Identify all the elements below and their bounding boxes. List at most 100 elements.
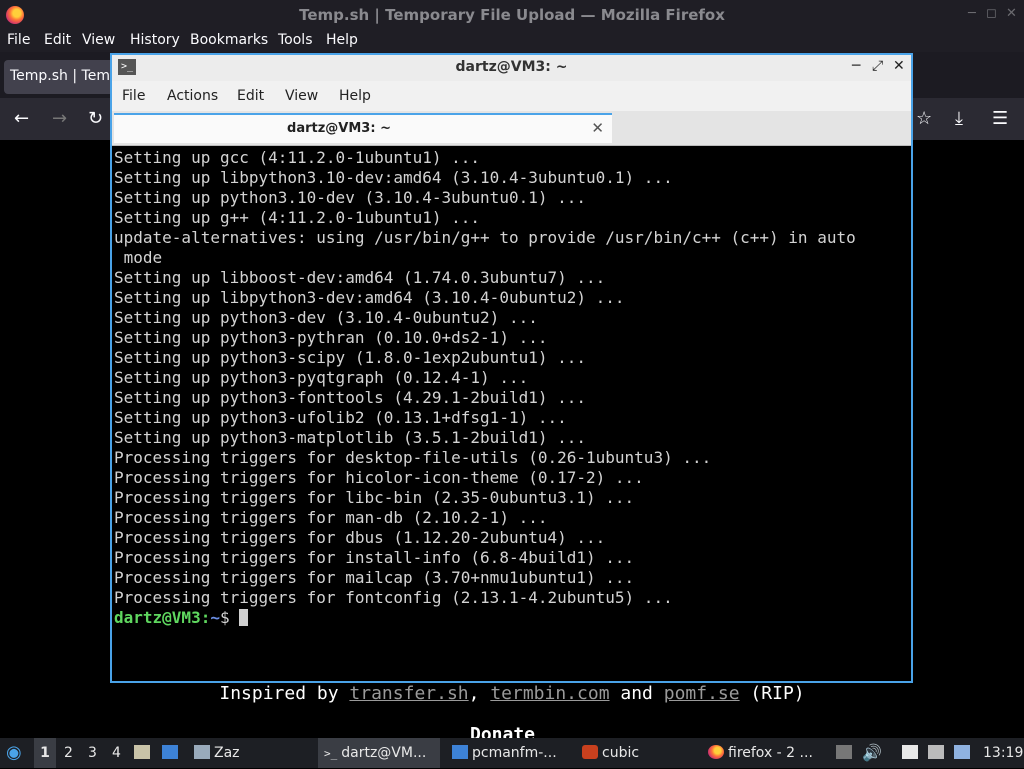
terminal-output-line: Setting up python3-pyqtgraph (0.12.4-1) … [114, 368, 529, 387]
terminal-window-title: dartz@VM3: ~ [455, 59, 568, 75]
minimize-icon[interactable]: ─ [852, 58, 860, 74]
firefox-titlebar: Temp.sh | Temporary File Upload — Mozill… [0, 0, 1024, 30]
browser-tab-label: Temp.sh | Temp [10, 68, 119, 84]
terminal-tab[interactable]: dartz@VM3: ~ ✕ [114, 113, 612, 143]
terminal-output-line: Processing triggers for fontconfig (2.13… [114, 588, 673, 607]
workspace-4[interactable]: 4 [112, 738, 121, 768]
task-terminal-label: dartz@VM... [341, 745, 427, 761]
reload-icon[interactable]: ↻ [88, 108, 103, 129]
terminal-output-line: Setting up libboost-dev:amd64 (1.74.0.3u… [114, 268, 606, 287]
firefox-window-title: Temp.sh | Temporary File Upload — Mozill… [299, 6, 725, 24]
workspace-3[interactable]: 3 [88, 738, 97, 768]
menu-view[interactable]: View [82, 32, 115, 48]
terminal-output-line: Setting up libpython3-dev:amd64 (3.10.4-… [114, 288, 625, 307]
clock[interactable]: 13:19 [983, 738, 1023, 768]
terminal-output-line: Setting up python3-fonttools (4.29.1-2bu… [114, 388, 587, 407]
prompt-separator: : [200, 608, 211, 627]
terminal-output-line: Setting up python3-dev (3.10.4-0ubuntu2)… [114, 308, 538, 327]
menu-file[interactable]: File [7, 32, 30, 48]
restore-icon[interactable]: ⤢ [872, 58, 883, 74]
menu-tools[interactable]: Tools [278, 32, 313, 48]
window-icon [194, 745, 210, 759]
page-tagline: Inspired by transfer.sh, termbin.com and… [0, 683, 1024, 704]
firefox-icon [708, 745, 724, 759]
menu-bookmarks[interactable]: Bookmarks [190, 32, 268, 48]
terminal-output-line: Setting up libpython3.10-dev:amd64 (3.10… [114, 168, 673, 187]
terminal-output[interactable]: Setting up gcc (4:11.2.0-1ubuntu1) ... Se… [114, 148, 909, 681]
terminal-output-line: Setting up python3-scipy (1.8.0-1exp2ubu… [114, 348, 587, 367]
menu-history[interactable]: History [130, 32, 180, 48]
terminal-menu-help[interactable]: Help [339, 88, 371, 104]
maximize-icon[interactable]: ◻ [986, 6, 997, 21]
prompt-directory: ~ [210, 608, 220, 627]
terminal-window[interactable]: >_ dartz@VM3: ~ ─ ⤢ ✕ File Actions Edit … [110, 53, 913, 683]
menu-edit[interactable]: Edit [44, 32, 71, 48]
terminal-output-line: Processing triggers for hicolor-icon-the… [114, 468, 644, 487]
terminal-tab-label: dartz@VM3: ~ [287, 121, 391, 136]
link-pomf[interactable]: pomf.se [664, 683, 740, 704]
volume-icon[interactable]: 🔊 [862, 738, 882, 768]
terminal-output-line: Setting up python3.10-dev (3.10.4-3ubunt… [114, 188, 587, 207]
terminal-menu-actions[interactable]: Actions [167, 88, 218, 104]
task-cubic[interactable]: cubic [582, 738, 639, 768]
clipboard-tray-icon[interactable] [836, 738, 856, 768]
terminal-tabbar: dartz@VM3: ~ ✕ [112, 111, 911, 146]
workspace-1[interactable]: 1 [34, 738, 56, 768]
task-pcmanfm[interactable]: pcmanfm-... [452, 738, 557, 768]
terminal-output-line: mode [114, 248, 163, 267]
minimize-icon[interactable]: ─ [968, 6, 976, 21]
terminal-icon: >_ [324, 747, 338, 760]
terminal-menu-file[interactable]: File [122, 88, 145, 104]
terminal-output-line: Processing triggers for libc-bin (2.35-0… [114, 488, 635, 507]
tagline-sep: and [609, 683, 664, 704]
forward-icon[interactable]: → [52, 108, 67, 129]
back-icon[interactable]: ← [14, 108, 29, 129]
terminal-output-line: Setting up g++ (4:11.2.0-1ubuntu1) ... [114, 208, 481, 227]
terminal-menu-view[interactable]: View [285, 88, 318, 104]
text-cursor [239, 609, 249, 626]
close-icon[interactable]: ✕ [1006, 6, 1017, 21]
link-transfer-sh[interactable]: transfer.sh [349, 683, 468, 704]
launcher-zaz[interactable]: Zaz [194, 738, 240, 768]
terminal-output-line: update-alternatives: using /usr/bin/g++ … [114, 228, 856, 247]
tagline-sep: , [468, 683, 491, 704]
terminal-output-line: Processing triggers for dbus (1.12.20-2u… [114, 528, 606, 547]
terminal-output-line: Setting up python3-pythran (0.10.0+ds2-1… [114, 328, 548, 347]
terminal-output-line: Setting up python3-matplotlib (3.5.1-2bu… [114, 428, 587, 447]
terminal-output-line: Processing triggers for mailcap (3.70+nm… [114, 568, 635, 587]
desktop-launcher-icon[interactable] [162, 738, 182, 768]
prompt-user: dartz@VM3 [114, 608, 201, 627]
terminal-output-line: Processing triggers for install-info (6.… [114, 548, 635, 567]
folder-icon [452, 745, 468, 759]
close-icon[interactable]: ✕ [893, 58, 905, 74]
tagline-text: Inspired by [219, 683, 350, 704]
workspace-2[interactable]: 2 [64, 738, 73, 768]
terminal-titlebar[interactable]: >_ dartz@VM3: ~ ─ ⤢ ✕ [112, 55, 911, 81]
menu-help[interactable]: Help [326, 32, 358, 48]
downloads-icon[interactable]: ⤓ [955, 108, 963, 129]
file-manager-launcher-icon[interactable] [134, 738, 154, 768]
firefox-menubar: File Edit View History Bookmarks Tools H… [0, 30, 1024, 52]
bookmark-star-icon[interactable]: ☆ [916, 108, 932, 129]
launcher-zaz-label: Zaz [214, 745, 240, 761]
task-cubic-label: cubic [602, 745, 640, 761]
terminal-prompt[interactable]: dartz@VM3:~$ [114, 608, 909, 628]
taskbar: ◉ 1 2 3 4 Zaz >_ dartz@VM... pcmanfm-... … [0, 738, 1024, 768]
display-tray-icon[interactable] [928, 738, 948, 768]
terminal-output-line: Processing triggers for desktop-file-uti… [114, 448, 712, 467]
link-termbin[interactable]: termbin.com [490, 683, 609, 704]
task-firefox-label: firefox - 2 ... [728, 745, 813, 761]
tagline-text: (RIP) [739, 683, 805, 704]
start-menu-icon[interactable]: ◉ [6, 738, 22, 768]
cubic-icon [582, 745, 598, 759]
terminal-output-line: Setting up python3-ufolib2 (0.13.1+dfsg1… [114, 408, 567, 427]
notes-tray-icon[interactable] [902, 738, 922, 768]
task-firefox[interactable]: firefox - 2 ... [708, 738, 813, 768]
terminal-menubar: File Actions Edit View Help [112, 81, 911, 111]
network-tray-icon[interactable] [954, 738, 974, 768]
terminal-menu-edit[interactable]: Edit [237, 88, 264, 104]
donate-heading: Donate [470, 724, 536, 738]
task-terminal[interactable]: >_ dartz@VM... [318, 738, 440, 768]
close-tab-icon[interactable]: ✕ [591, 119, 604, 137]
app-menu-icon[interactable]: ☰ [992, 108, 1008, 129]
